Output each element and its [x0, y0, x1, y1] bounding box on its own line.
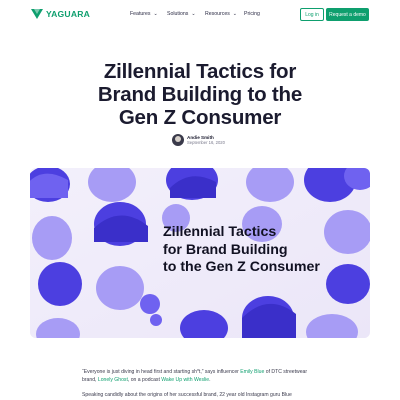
article-title-line: Zillennial Tactics for — [103, 60, 297, 83]
avatar — [172, 134, 184, 146]
hero-headline-line: Zillennial Tactics — [163, 224, 277, 240]
nav-features-label: Features — [130, 11, 151, 17]
chevron-down-icon: ⌄ — [232, 11, 237, 17]
text-run: “Everyone is just diving in head first a… — [82, 369, 241, 375]
nav-solutions[interactable]: Solutions ⌄ — [167, 11, 196, 17]
author-byline: Andie Smith September 16, 2020 — [172, 134, 225, 146]
body-paragraph: Speaking candidly about the origins of h… — [82, 392, 292, 398]
hero-headline: Zillennial Tactics for Brand Building to… — [163, 224, 333, 277]
nav-pricing[interactable]: Pricing — [244, 11, 260, 17]
hero-headline-line: for Brand Building — [163, 241, 288, 258]
nav-resources-label: Resources — [205, 11, 230, 17]
body-paragraph: “Everyone is just diving in head first a… — [82, 368, 322, 384]
text-run: . — [209, 377, 211, 383]
request-demo-button[interactable]: Request a demo — [326, 8, 369, 21]
hero-image: Zillennial Tactics for Brand Building to… — [30, 168, 370, 338]
site-header: YAGUARA Features ⌄ Solutions ⌄ Resources… — [0, 0, 400, 30]
link-emily-blue[interactable]: Emily Blue — [240, 369, 264, 375]
hero-headline-line: to the Gen Z Consumer — [163, 259, 320, 275]
article-title-line: Brand Building to the — [97, 83, 303, 106]
nav-features[interactable]: Features ⌄ — [130, 11, 158, 17]
text-run: , on a podcast — [127, 377, 162, 383]
chevron-down-icon: ⌄ — [153, 11, 158, 17]
publish-date: September 16, 2020 — [187, 140, 225, 146]
login-button[interactable]: Log in — [300, 8, 324, 21]
nav-pricing-label: Pricing — [244, 11, 260, 17]
nav-solutions-label: Solutions — [167, 11, 189, 17]
link-podcast[interactable]: Wake Up with Weslie — [161, 377, 209, 383]
article-title: Zillennial Tactics for Brand Building to… — [60, 60, 340, 129]
nav-resources[interactable]: Resources ⌄ — [205, 11, 237, 17]
link-lonely-ghost[interactable]: Lonely Ghost — [98, 377, 128, 383]
article-title-line: Gen Z Consumer — [118, 106, 282, 129]
chevron-down-icon: ⌄ — [191, 11, 196, 17]
